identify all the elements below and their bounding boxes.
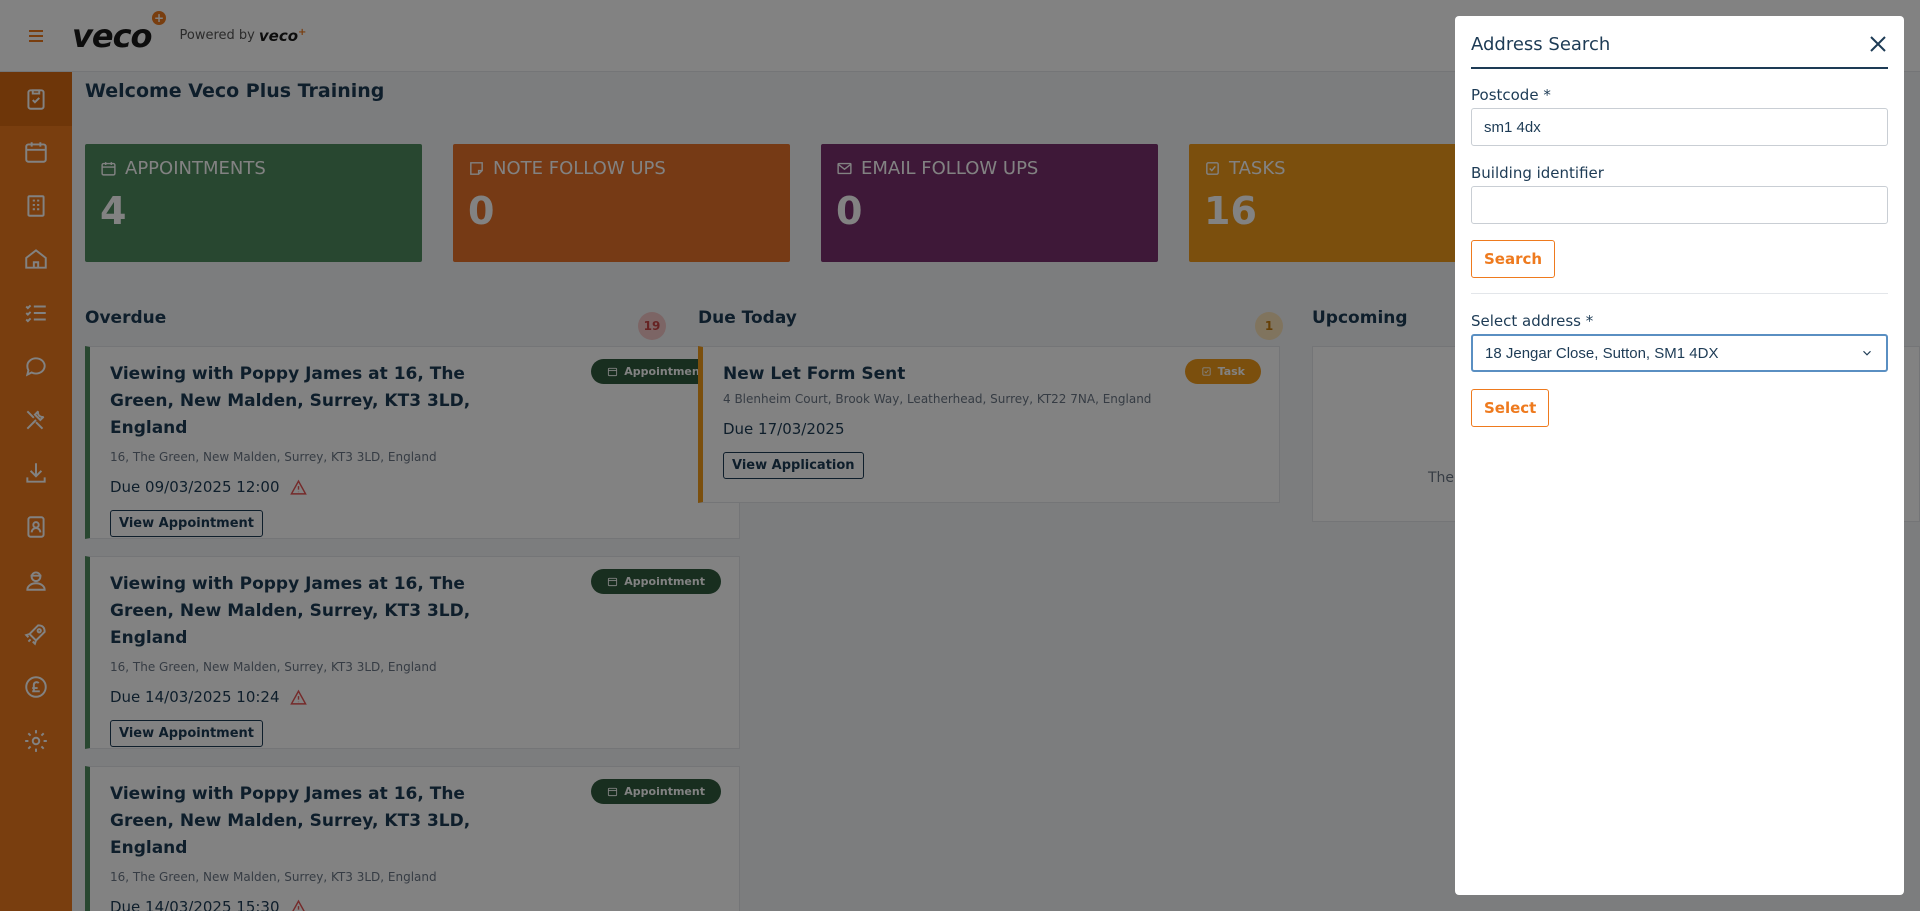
search-button[interactable]: Search [1471, 240, 1556, 278]
chevron-down-icon [1863, 350, 1871, 356]
modal-title: Address Search [1471, 34, 1611, 55]
building-identifier-label: Building identifier [1471, 164, 1604, 182]
address-select-value: 18 Jengar Close, Sutton, SM1 4DX [1485, 344, 1719, 362]
postcode-input[interactable] [1471, 108, 1888, 146]
address-search-modal: Address Search Postcode * Building ident… [1455, 16, 1904, 895]
title-divider [1471, 67, 1888, 69]
select-button[interactable]: Select [1471, 389, 1550, 427]
close-button[interactable] [1866, 32, 1890, 56]
address-select[interactable]: 18 Jengar Close, Sutton, SM1 4DX [1471, 334, 1888, 372]
building-identifier-input[interactable] [1471, 186, 1888, 224]
postcode-label: Postcode * [1471, 86, 1551, 104]
section-divider [1471, 293, 1888, 294]
close-icon [1870, 36, 1886, 52]
select-address-label: Select address * [1471, 312, 1594, 330]
